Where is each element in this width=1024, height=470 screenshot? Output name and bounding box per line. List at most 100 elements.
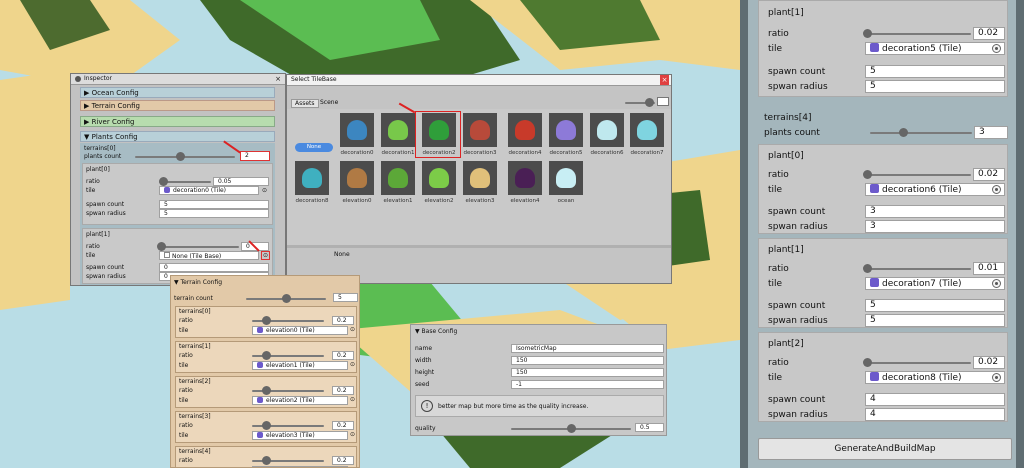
top-plant-radius-field[interactable]: 5 bbox=[865, 80, 1005, 93]
terrain-item-ratio-slider[interactable] bbox=[252, 351, 324, 361]
plant0-radius-field[interactable]: 5 bbox=[159, 209, 269, 218]
close-icon[interactable]: × bbox=[660, 75, 669, 85]
terrain-item-tile-field[interactable]: elevation1 (Tile) bbox=[252, 361, 348, 370]
base-seed-field[interactable]: -1 bbox=[511, 380, 664, 389]
tile-thumbnail-decoration5[interactable] bbox=[549, 113, 583, 147]
zoom-slider[interactable] bbox=[625, 98, 655, 108]
tile-preview-shape bbox=[347, 168, 367, 188]
tile-thumbnail-elevation4[interactable] bbox=[508, 161, 542, 195]
tile-thumbnail-decoration7[interactable] bbox=[630, 113, 664, 147]
object-picker-icon[interactable]: ⊙ bbox=[261, 251, 271, 260]
tile-thumbnail-elevation2[interactable] bbox=[422, 161, 456, 195]
plant1-spawn-field[interactable]: 0 bbox=[159, 263, 269, 272]
icon-size-icon[interactable] bbox=[657, 97, 669, 106]
right-plant-spawn-label: spawn count bbox=[768, 395, 826, 405]
terrain-item-tile-field[interactable]: elevation2 (Tile) bbox=[252, 396, 348, 405]
right-plant-ratio-field[interactable]: 0.01 bbox=[973, 262, 1005, 275]
object-picker-icon[interactable] bbox=[992, 279, 1001, 288]
object-picker-icon[interactable]: ⊙ bbox=[350, 431, 355, 438]
plant0-spawn-field[interactable]: 5 bbox=[159, 200, 269, 209]
tile-thumbnail-decoration0[interactable] bbox=[340, 113, 374, 147]
terrain-item-ratio-slider[interactable] bbox=[252, 421, 324, 431]
right-plant-spawn-field[interactable]: 3 bbox=[865, 205, 1005, 218]
tile-icon bbox=[870, 43, 879, 52]
terrain-item-header: terrains[2] bbox=[179, 378, 211, 385]
top-plant-ratio-field[interactable]: 0.02 bbox=[973, 27, 1005, 40]
right-plant-ratio-field[interactable]: 0.02 bbox=[973, 356, 1005, 369]
tile-thumbnail-decoration1[interactable] bbox=[381, 113, 415, 147]
terrain-item: terrains[1] ratio 0.2 tile elevation1 (Tile)… bbox=[175, 341, 357, 373]
terrain-item-ratio-slider[interactable] bbox=[252, 386, 324, 396]
none-button[interactable]: None bbox=[295, 143, 333, 152]
terrain-count-field[interactable]: 5 bbox=[333, 293, 358, 302]
terrain-item-ratio-slider[interactable] bbox=[252, 316, 324, 326]
section-river-config[interactable]: ▶ River Config bbox=[80, 116, 275, 127]
right-plant-tile-field[interactable]: decoration8 (Tile) bbox=[865, 371, 1005, 384]
right-plant-ratio-field[interactable]: 0.02 bbox=[973, 168, 1005, 181]
base-width-field[interactable]: 150 bbox=[511, 356, 664, 365]
right-plant-spawn-field[interactable]: 5 bbox=[865, 299, 1005, 312]
top-plant-tile-field[interactable]: decoration5 (Tile) bbox=[865, 42, 1005, 55]
right-plant-radius-field[interactable]: 4 bbox=[865, 408, 1005, 421]
section-plants-config[interactable]: ▼ Plants Config bbox=[80, 131, 275, 142]
object-picker-icon[interactable] bbox=[992, 44, 1001, 53]
tile-thumbnail-decoration4[interactable] bbox=[508, 113, 542, 147]
terrains0-label: terrains[0] bbox=[84, 145, 116, 152]
terrain-item-tile-field[interactable]: elevation0 (Tile) bbox=[252, 326, 348, 335]
object-picker-icon[interactable] bbox=[992, 185, 1001, 194]
right-plants-count-field[interactable]: 3 bbox=[974, 126, 1008, 139]
plants-count-field[interactable]: 2 bbox=[240, 151, 270, 161]
quality-slider[interactable] bbox=[511, 424, 631, 434]
tile-thumbnail-decoration6[interactable] bbox=[590, 113, 624, 147]
right-plant-tile-field[interactable]: decoration7 (Tile) bbox=[865, 277, 1005, 290]
terrain-item-ratio-field[interactable]: 0.2 bbox=[332, 316, 354, 325]
section-terrain-config[interactable]: ▶ Terrain Config bbox=[80, 100, 275, 111]
object-picker-icon[interactable]: ⊙ bbox=[350, 326, 355, 333]
terrain-item-ratio-field[interactable]: 0.2 bbox=[332, 456, 354, 465]
top-plant-spawn-field[interactable]: 5 bbox=[865, 65, 1005, 78]
top-plant-box: plant[1] ratio 0.02 tile decoration5 (Ti… bbox=[758, 0, 1008, 97]
top-plant-ratio-slider[interactable] bbox=[863, 29, 971, 39]
tile-thumbnail-elevation0[interactable] bbox=[340, 161, 374, 195]
tile-thumbnail-elevation3[interactable] bbox=[463, 161, 497, 195]
terrain-item-ratio-label: ratio bbox=[179, 352, 193, 359]
close-icon[interactable]: × bbox=[275, 75, 281, 83]
tile-thumbnail-decoration8[interactable] bbox=[295, 161, 329, 195]
section-ocean-config[interactable]: ▶ Ocean Config bbox=[80, 87, 275, 98]
base-name-field[interactable]: IsometricMap bbox=[511, 344, 664, 353]
right-plant-tile-field[interactable]: decoration6 (Tile) bbox=[865, 183, 1005, 196]
object-picker-icon[interactable]: ⊙ bbox=[262, 187, 267, 194]
right-plant-radius-field[interactable]: 3 bbox=[865, 220, 1005, 233]
tile-name: elevation4 bbox=[510, 198, 540, 204]
plant1-tile-field[interactable]: None (Tile Base) bbox=[159, 251, 259, 260]
right-plant-ratio-slider[interactable] bbox=[863, 264, 971, 274]
plants-count-slider[interactable] bbox=[135, 152, 235, 162]
terrain-item-ratio-slider[interactable] bbox=[252, 456, 324, 466]
tile-name: decoration5 bbox=[549, 150, 583, 156]
right-plant-spawn-field[interactable]: 4 bbox=[865, 393, 1005, 406]
right-plant-radius-field[interactable]: 5 bbox=[865, 314, 1005, 327]
object-picker-icon[interactable]: ⊙ bbox=[350, 396, 355, 403]
right-plant-ratio-slider[interactable] bbox=[863, 170, 971, 180]
terrain-item-ratio-field[interactable]: 0.2 bbox=[332, 386, 354, 395]
right-plants-count-slider[interactable] bbox=[870, 128, 972, 138]
object-picker-icon[interactable]: ⊙ bbox=[350, 361, 355, 368]
plant0-tile-field[interactable]: decoration0 (Tile) bbox=[159, 186, 259, 195]
terrain-item-ratio-field[interactable]: 0.2 bbox=[332, 351, 354, 360]
right-plant-header: plant[1] bbox=[768, 245, 804, 255]
terrain-item-tile-label: tile bbox=[179, 432, 189, 439]
tab-scene[interactable]: Scene bbox=[320, 99, 338, 106]
tab-assets[interactable]: Assets bbox=[291, 99, 319, 108]
tile-thumbnail-elevation1[interactable] bbox=[381, 161, 415, 195]
tile-thumbnail-decoration3[interactable] bbox=[463, 113, 497, 147]
generate-button[interactable]: GenerateAndBuildMap bbox=[758, 438, 1012, 460]
object-picker-icon[interactable] bbox=[992, 373, 1001, 382]
tile-thumbnail-ocean[interactable] bbox=[549, 161, 583, 195]
terrain-count-slider[interactable] bbox=[246, 294, 326, 304]
terrain-item-tile-field[interactable]: elevation3 (Tile) bbox=[252, 431, 348, 440]
quality-field[interactable]: 0.5 bbox=[635, 423, 664, 432]
base-height-field[interactable]: 150 bbox=[511, 368, 664, 377]
plant0-ratio-field[interactable]: 0.05 bbox=[213, 177, 269, 186]
terrain-item-ratio-field[interactable]: 0.2 bbox=[332, 421, 354, 430]
right-plant-ratio-slider[interactable] bbox=[863, 358, 971, 368]
